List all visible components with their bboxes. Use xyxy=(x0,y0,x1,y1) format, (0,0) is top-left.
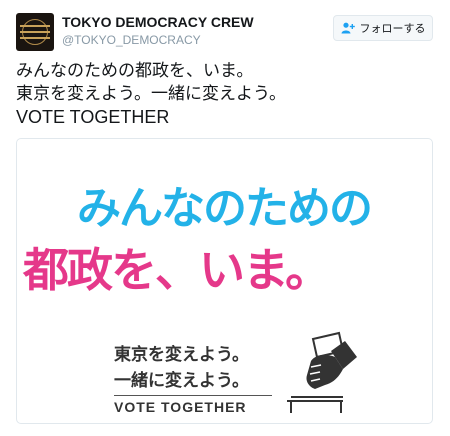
tweet-card: TOKYO DEMOCRACY CREW @TOKYO_DEMOCRACY フォ… xyxy=(0,0,450,436)
tweet-line: みんなのための都政を、いま。 xyxy=(16,61,254,81)
add-user-icon xyxy=(341,22,355,34)
account-name[interactable]: TOKYO DEMOCRACY CREW xyxy=(62,14,254,30)
tweet-line: 東京を変えよう。一緒に変えよう。 xyxy=(16,84,286,104)
poster-slogan-1: 東京を変えよう。 xyxy=(114,345,249,365)
tweet-line: VOTE TOGETHER xyxy=(16,107,170,127)
media-image[interactable]: みんなのための 都政を、いま。 東京を変えよう。 一緒に変えよう。 VOTE T… xyxy=(16,138,433,424)
follow-button-label: フォローする xyxy=(359,22,426,35)
account-handle[interactable]: @TOKYO_DEMOCRACY xyxy=(62,33,201,47)
avatar-line xyxy=(20,31,50,33)
poster-headline-blue: みんなのための xyxy=(77,183,373,234)
avatar[interactable] xyxy=(16,13,54,51)
avatar-line xyxy=(20,37,50,39)
tweet-text: みんなのための都政を、いま。 東京を変えよう。一緒に変えよう。 VOTE TOG… xyxy=(16,60,436,129)
hand-casting-ballot-icon xyxy=(287,331,357,413)
follow-button[interactable]: フォローする xyxy=(333,15,433,41)
poster-slogan-2: 一緒に変えよう。 xyxy=(114,371,249,391)
avatar-line xyxy=(20,25,50,27)
divider xyxy=(114,395,272,396)
poster-vote-text: VOTE TOGETHER xyxy=(114,399,247,415)
poster-headline-pink: 都政を、いま。 xyxy=(23,243,331,297)
